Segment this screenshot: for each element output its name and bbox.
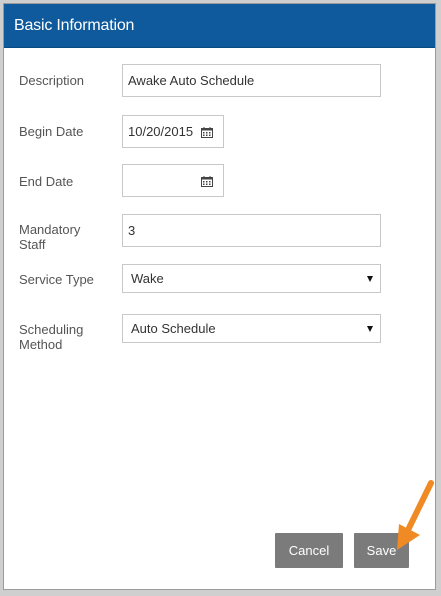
mandatory-staff-input[interactable]: 3: [122, 214, 381, 247]
basic-information-dialog: Basic Information Description Awake Auto…: [3, 3, 436, 590]
mandatory-staff-label-line2: Staff: [19, 237, 46, 252]
pointer-arrow-icon: [397, 480, 434, 550]
service-type-label: Service Type: [19, 272, 94, 287]
dialog-title: Basic Information: [14, 17, 135, 34]
mandatory-staff-value: 3: [128, 223, 136, 238]
dropdown-arrow-icon: [367, 326, 373, 332]
begin-date-input[interactable]: 10/20/2015: [122, 115, 224, 148]
scheduling-method-select[interactable]: Auto Schedule: [122, 314, 381, 343]
begin-date-label: Begin Date: [19, 124, 84, 139]
cancel-button[interactable]: Cancel: [275, 533, 343, 568]
scheduling-method-label-line2: Method: [19, 337, 63, 352]
end-date-label: End Date: [19, 174, 74, 189]
scheduling-method-value: Auto Schedule: [131, 321, 216, 336]
begin-date-value: 10/20/2015: [128, 124, 194, 139]
end-date-input[interactable]: [122, 164, 224, 197]
calendar-icon[interactable]: [201, 176, 213, 187]
description-input[interactable]: Awake Auto Schedule: [122, 64, 381, 97]
mandatory-staff-label-line1: Mandatory: [19, 222, 81, 237]
scheduling-method-label-line1: Scheduling: [19, 322, 84, 337]
calendar-icon[interactable]: [201, 127, 213, 138]
dialog-header: Basic Information: [4, 4, 435, 48]
service-type-select[interactable]: Wake: [122, 264, 381, 293]
dropdown-arrow-icon: [367, 276, 373, 282]
description-label: Description: [19, 73, 85, 88]
service-type-value: Wake: [131, 271, 164, 286]
description-value: Awake Auto Schedule: [128, 73, 255, 88]
